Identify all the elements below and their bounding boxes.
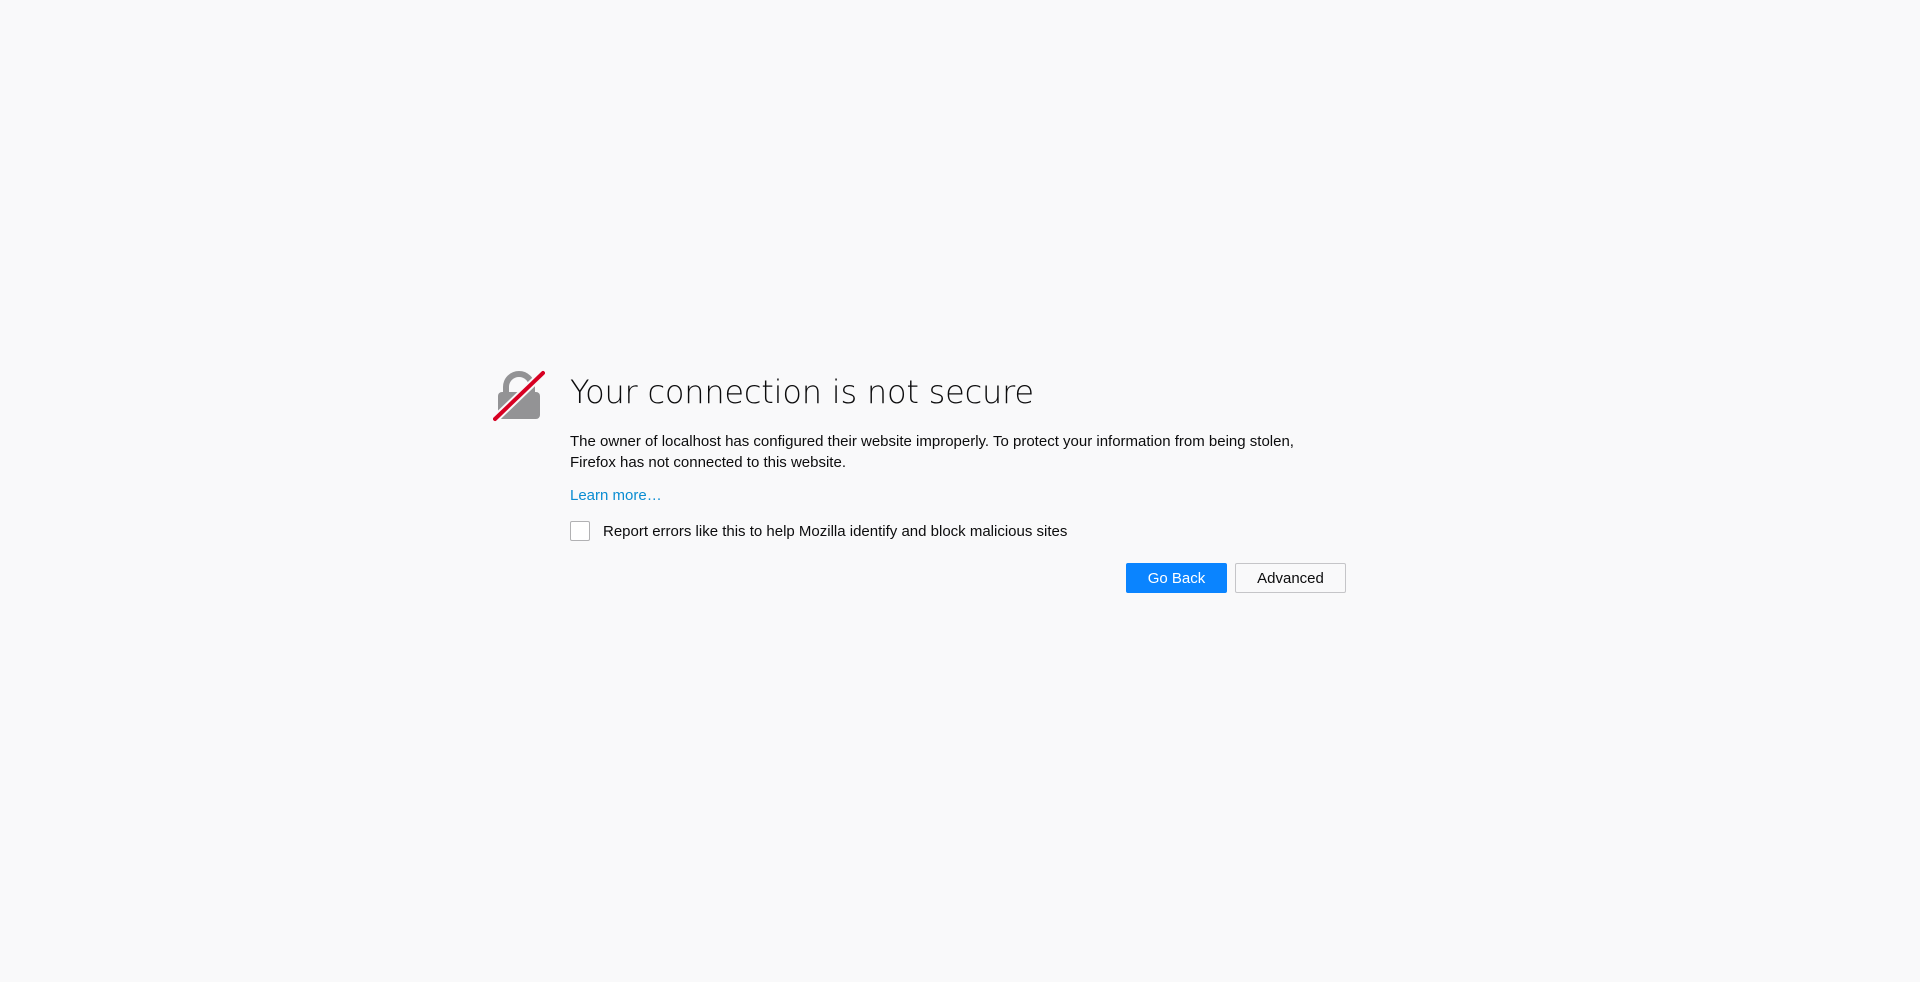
go-back-button[interactable]: Go Back bbox=[1126, 563, 1227, 593]
error-content: Your connection is not secure The owner … bbox=[570, 370, 1347, 593]
page-title: Your connection is not secure bbox=[570, 373, 1034, 411]
button-row: Go Back Advanced bbox=[570, 563, 1346, 593]
report-errors-label[interactable]: Report errors like this to help Mozilla … bbox=[603, 523, 1067, 540]
error-page: Your connection is not secure The owner … bbox=[0, 0, 1920, 982]
error-description: The owner of localhost has configured th… bbox=[570, 433, 1294, 471]
broken-lock-icon bbox=[493, 370, 545, 422]
report-errors-checkbox[interactable] bbox=[570, 521, 590, 541]
advanced-button[interactable]: Advanced bbox=[1235, 563, 1346, 593]
report-errors-row: Report errors like this to help Mozilla … bbox=[570, 519, 1347, 543]
learn-more-link[interactable]: Learn more… bbox=[570, 487, 662, 504]
